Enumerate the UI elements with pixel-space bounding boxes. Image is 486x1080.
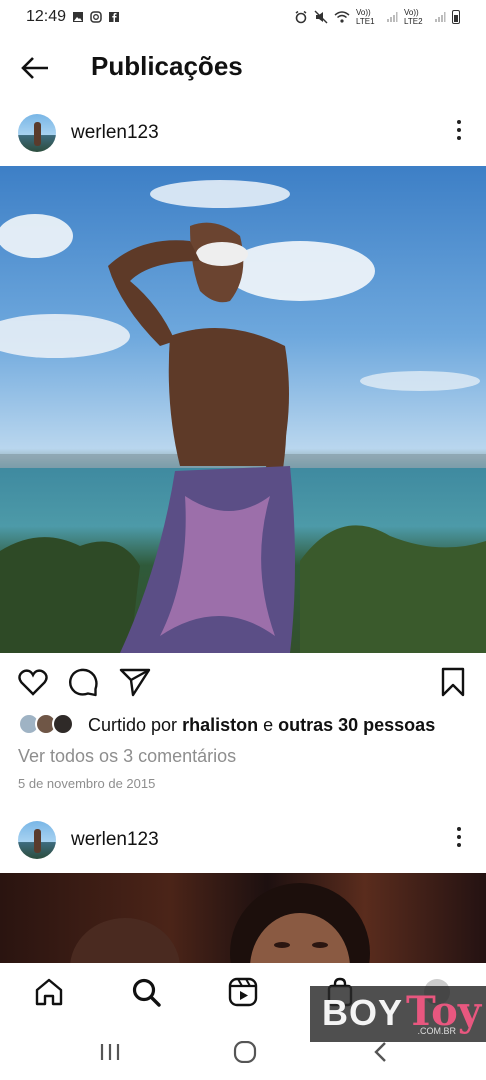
- post-actions: [0, 662, 486, 702]
- wifi-icon: [334, 11, 350, 23]
- beach-photo: [0, 180, 486, 653]
- heart-icon[interactable]: [17, 666, 49, 698]
- likes-joiner: e: [263, 714, 274, 735]
- signal-icon: [387, 12, 398, 22]
- post-photo[interactable]: [0, 873, 486, 963]
- arrow-left-icon[interactable]: [20, 56, 50, 80]
- watermark-logo: BOY Toy .COM.BR: [310, 986, 486, 1042]
- more-options-icon[interactable]: [456, 827, 462, 849]
- liker-avatars: [18, 713, 80, 737]
- signal-icon: [435, 12, 446, 22]
- post-header: werlen123: [0, 807, 486, 873]
- more-options-icon[interactable]: [456, 120, 462, 142]
- avatar[interactable]: [18, 821, 56, 859]
- recents-icon[interactable]: [98, 1041, 122, 1063]
- sim1-label: Vo)) LTE1: [356, 8, 375, 26]
- post-date: 5 de novembro de 2015: [18, 776, 156, 791]
- clock: 12:49: [26, 8, 67, 25]
- bookmark-icon[interactable]: [437, 666, 469, 698]
- likes-summary[interactable]: Curtido por rhaliston e outras 30 pessoa…: [18, 711, 435, 739]
- reels-icon[interactable]: [228, 977, 258, 1007]
- avatar: [52, 713, 74, 735]
- image-icon: [73, 12, 84, 22]
- search-icon[interactable]: [131, 977, 161, 1007]
- portrait-photo: [70, 883, 370, 963]
- instagram-icon: [90, 11, 102, 23]
- share-icon[interactable]: [119, 666, 151, 698]
- status-bar: 12:49 Vo)) LTE1 Vo)) LTE2: [0, 0, 486, 34]
- avatar[interactable]: [18, 114, 56, 152]
- page-title: Publicações: [91, 51, 243, 81]
- watermark-boy: BOY: [322, 992, 404, 1033]
- alarm-icon: [295, 10, 307, 24]
- status-left: 12:49: [26, 8, 120, 26]
- home-icon[interactable]: [34, 977, 64, 1007]
- header: Publicações: [0, 34, 486, 100]
- likes-others[interactable]: outras 30 pessoas: [278, 715, 435, 736]
- comment-icon[interactable]: [67, 666, 99, 698]
- view-comments-link[interactable]: Ver todos os 3 comentários: [18, 746, 236, 767]
- mute-icon: [314, 10, 328, 24]
- post-header: werlen123: [0, 100, 486, 166]
- likes-prefix: Curtido por: [88, 714, 178, 735]
- battery-icon: [452, 10, 460, 24]
- liked-by-user[interactable]: rhaliston: [182, 715, 258, 736]
- status-right: Vo)) LTE1 Vo)) LTE2: [294, 8, 460, 26]
- post-photo[interactable]: [0, 166, 486, 653]
- username[interactable]: werlen123: [71, 829, 159, 851]
- back-chevron-icon[interactable]: [370, 1041, 394, 1063]
- facebook-icon: [109, 12, 120, 22]
- sim2-label: Vo)) LTE2: [404, 8, 423, 26]
- home-circle-icon[interactable]: [233, 1041, 257, 1063]
- watermark-domain: .COM.BR: [417, 1026, 456, 1036]
- username[interactable]: werlen123: [71, 122, 159, 144]
